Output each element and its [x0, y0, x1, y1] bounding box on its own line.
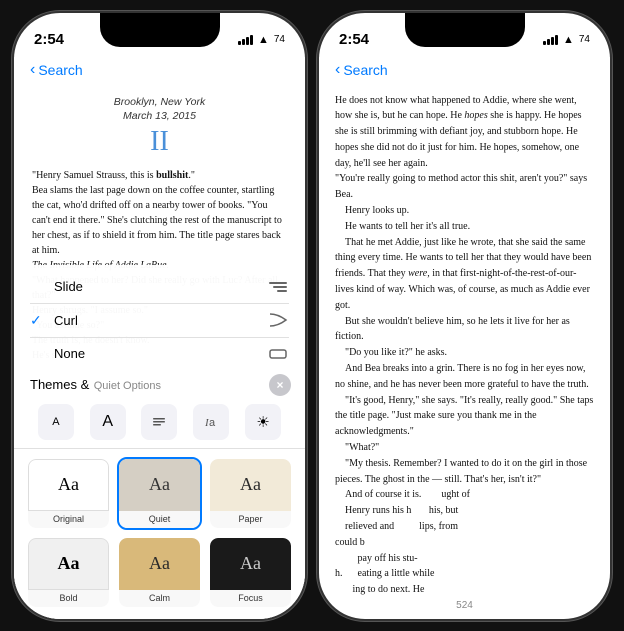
theme-paper[interactable]: Aa Paper [208, 457, 293, 530]
theme-grid: Aa Original Aa Quiet Aa [14, 449, 305, 619]
slide-option-slide[interactable]: Slide [30, 271, 289, 304]
battery-left: 74 [274, 34, 285, 45]
signal-icon-right [543, 35, 558, 45]
curl-icon [267, 312, 289, 328]
time-left: 2:54 [34, 31, 64, 48]
notch [100, 13, 220, 47]
theme-focus[interactable]: Aa Focus [208, 536, 293, 609]
slide-option-curl[interactable]: ✓ Curl [30, 304, 289, 338]
format1-icon [151, 414, 167, 430]
theme-original-label: Original [28, 511, 109, 528]
book-text-right: He does not know what happened to Addie,… [319, 85, 610, 596]
time-right: 2:54 [339, 31, 369, 48]
back-button-left[interactable]: ‹ Search [30, 61, 83, 79]
font-format2-button[interactable]: I a [193, 404, 229, 440]
slide-transition-icon [267, 279, 289, 295]
signal-icon [238, 35, 253, 45]
theme-bold[interactable]: Aa Bold [26, 536, 111, 609]
format2-icon: I a [203, 414, 219, 430]
brightness-button[interactable]: ☀ [245, 404, 281, 440]
font-small-button[interactable]: A [38, 404, 74, 440]
battery-right: 74 [579, 34, 590, 45]
book-header: Brooklyn, New YorkMarch 13, 2015 II [32, 95, 287, 161]
themes-header: Themes & Quiet Options × [14, 370, 305, 396]
back-arrow-icon: ‹ [30, 61, 35, 79]
status-icons-left: ▲ 74 [238, 34, 285, 46]
none-icon [267, 346, 289, 362]
theme-bold-label: Bold [28, 590, 109, 607]
slide-panel: Slide ✓ Curl [14, 265, 305, 619]
back-button-right[interactable]: ‹ Search [335, 61, 388, 79]
slide-options: Slide ✓ Curl [14, 265, 305, 370]
book-location: Brooklyn, New YorkMarch 13, 2015 [32, 95, 287, 124]
theme-quiet-label: Quiet [119, 511, 200, 528]
theme-calm-label: Calm [119, 590, 200, 607]
back-label-right: Search [343, 62, 387, 78]
slide-label: Slide [54, 279, 83, 294]
font-controls: A A I a [14, 396, 305, 449]
slide-option-none[interactable]: None [30, 338, 289, 370]
chapter-numeral: II [32, 124, 287, 160]
left-phone: 2:54 ▲ 74 ‹ Search [12, 11, 307, 621]
back-label-left: Search [38, 62, 82, 78]
close-button[interactable]: × [269, 374, 291, 396]
theme-original[interactable]: Aa Original [26, 457, 111, 530]
font-large-button[interactable]: A [90, 404, 126, 440]
nav-bar-right: ‹ Search [319, 57, 610, 85]
wifi-icon-right: ▲ [563, 34, 574, 46]
theme-focus-label: Focus [210, 590, 291, 607]
back-arrow-icon-right: ‹ [335, 61, 340, 79]
none-label: None [54, 346, 85, 361]
theme-paper-label: Paper [210, 511, 291, 528]
themes-subtitle: Quiet Options [94, 380, 161, 392]
theme-quiet[interactable]: Aa Quiet [117, 457, 202, 530]
notch-right [405, 13, 525, 47]
nav-bar-left: ‹ Search [14, 57, 305, 85]
right-phone: 2:54 ▲ 74 ‹ Search [317, 11, 612, 621]
svg-text:a: a [209, 417, 216, 429]
themes-title: Themes & [30, 377, 89, 392]
book-content-right: He does not know what happened to Addie,… [319, 85, 610, 596]
brightness-icon: ☀ [256, 413, 269, 431]
wifi-icon: ▲ [258, 34, 269, 46]
theme-calm[interactable]: Aa Calm [117, 536, 202, 609]
check-icon-curl: ✓ [30, 312, 46, 329]
curl-label: Curl [54, 313, 78, 328]
font-format1-button[interactable] [141, 404, 177, 440]
page-number: 524 [319, 596, 610, 619]
status-icons-right: ▲ 74 [543, 34, 590, 46]
